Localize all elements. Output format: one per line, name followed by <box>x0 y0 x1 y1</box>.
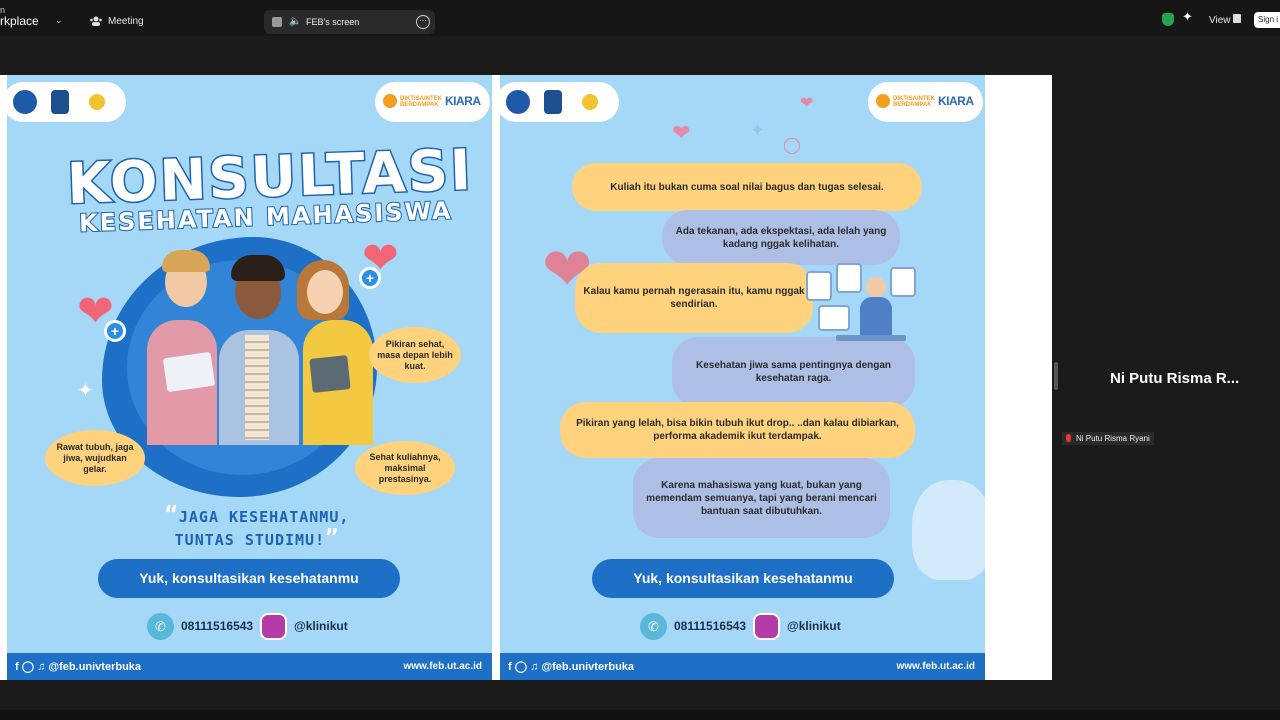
ut-logo <box>51 90 69 114</box>
instagram-handle: @klinikut <box>294 619 348 633</box>
participant-nametag: Ni Putu Risma Ryani <box>1062 432 1154 445</box>
view-grid-icon[interactable] <box>1233 14 1241 23</box>
participant-panel <box>1052 36 1280 680</box>
message-5: Pikiran yang lelah, bisa bikin tubuh iku… <box>560 402 915 458</box>
instagram-handle: @klinikut <box>787 619 841 633</box>
whatsapp-icon: ✆ <box>640 613 667 640</box>
social-handle: f ◯ ♫ @feb.univterbuka <box>508 661 635 673</box>
patient-body <box>860 297 892 337</box>
social-handle: f ◯ ♫ @feb.univterbuka <box>15 661 142 673</box>
message-3: Kalau kamu pernah ngerasain itu, kamu ng… <box>575 263 813 333</box>
medical-plus-icon: + <box>104 320 126 342</box>
poster-footer: f ◯ ♫ @feb.univterbuka www.feb.ut.ac.id <box>500 653 985 680</box>
student-left-hair <box>162 250 210 272</box>
meeting-controls-bar <box>0 710 1280 720</box>
student-middle-hair <box>231 255 285 281</box>
instagram-icon <box>753 613 780 640</box>
shared-screen: DIKTISAINTEK BERDAMPAK KIARA KONSULTASI K… <box>0 75 1052 680</box>
sparkle-icon: ✦ <box>77 380 94 402</box>
institution-logos <box>500 82 619 122</box>
desk <box>836 335 906 341</box>
message-1: Kuliah itu bukan cuma soal nilai bagus d… <box>572 163 922 211</box>
sign-in-button[interactable]: Sign i <box>1254 12 1280 28</box>
cta-banner: Yuk, konsultasikan kesehatanmu <box>98 559 400 598</box>
doctor-screen <box>806 271 832 301</box>
poster-left: DIKTISAINTEK BERDAMPAK KIARA KONSULTASI K… <box>7 75 492 680</box>
program-logos: DIKTISAINTEK BERDAMPAK KIARA <box>868 82 983 122</box>
kemdikbud-logo <box>506 90 530 114</box>
social-icons: f ◯ ♫ <box>15 661 49 673</box>
ai-companion-icon[interactable]: ✦ <box>1182 10 1193 23</box>
telehealth-illustration <box>806 263 916 349</box>
diktisaintek-logo <box>383 94 397 108</box>
bubble-sehat: Sehat kuliahnya, maksimal prestasinya. <box>355 441 455 495</box>
kiara-logo: KIARA <box>938 94 974 108</box>
whatsapp-contact: ✆ 08111516543 <box>147 613 267 640</box>
whatsapp-contact: ✆ 08111516543 <box>640 613 760 640</box>
student-middle-shirt <box>245 335 269 440</box>
panel-resize-handle[interactable] <box>1054 362 1058 390</box>
instagram-icon <box>260 613 287 640</box>
open-quote-icon: “ <box>164 503 179 528</box>
doctor-screen <box>890 267 916 297</box>
diktisaintek-text: DIKTISAINTEK BERDAMPAK <box>893 96 935 108</box>
bubble-pikiran: Pikiran sehat, masa depan lebih kuat. <box>369 327 461 383</box>
chevron-down-icon[interactable]: ⌄ <box>55 14 63 26</box>
view-button[interactable]: View <box>1209 15 1231 27</box>
heartbeat-icon: ❤ <box>672 120 691 145</box>
poster-right: DIKTISAINTEKBERDAMPAK KIARA ❤ ❤ ◯ ✦ ❤ + … <box>500 75 985 680</box>
user-avatar-icon <box>272 17 282 27</box>
cta-banner: Yuk, konsultasikan kesehatanmu <box>592 559 894 598</box>
message-6: Karena mahasiswa yang kuat, bukan yang m… <box>633 458 890 538</box>
website-url: www.feb.ut.ac.id <box>896 661 975 672</box>
message-2: Ada tekanan, ada ekspektasi, ada lelah y… <box>662 210 900 265</box>
kemdikbud-logo <box>13 90 37 114</box>
muted-mic-icon <box>1066 434 1071 442</box>
sparkle-icon: ✦ <box>750 120 766 140</box>
kiara-logo: KIARA <box>445 94 481 108</box>
diktisaintek-text: DIKTISAINTEK BERDAMPAK <box>400 96 442 108</box>
screen-share-tab[interactable]: 🔈 FEB's screen ⋯ <box>264 10 435 34</box>
phone-number: 08111516543 <box>181 619 254 633</box>
meeting-toolbar: n rkplace ⌄ Meeting 🔈 FEB's screen ⋯ ✦ V… <box>0 0 1280 36</box>
heart-icon: ❤ <box>800 95 814 112</box>
tagline-quote: “JAGA KESEHATANMU, TUNTAS STUDIMU!” <box>164 503 350 551</box>
screen-share-label: FEB's screen <box>306 17 360 27</box>
student-right-face <box>307 270 343 314</box>
partner-logo <box>89 94 105 110</box>
instagram-contact: @klinikut <box>260 613 360 640</box>
doctor-screen <box>836 263 862 293</box>
program-logos: DIKTISAINTEK BERDAMPAK KIARA <box>375 82 490 122</box>
partner-logo <box>582 94 598 110</box>
meeting-menu[interactable]: Meeting <box>108 16 144 28</box>
tablet-illustration <box>309 355 351 393</box>
whatsapp-icon: ✆ <box>147 613 174 640</box>
ut-logo <box>544 90 562 114</box>
phone-number: 08111516543 <box>674 619 747 633</box>
bubble-rawat: Rawat tubuh, jaga jiwa, wujudkan gelar. <box>45 430 145 486</box>
institution-logos <box>7 82 126 122</box>
more-options-icon[interactable]: ⋯ <box>416 15 430 29</box>
laptop-illustration <box>162 351 216 393</box>
social-icons: f ◯ ♫ <box>508 661 542 673</box>
security-shield-icon[interactable] <box>1162 13 1174 26</box>
app-name: n rkplace <box>0 5 39 28</box>
speaker-icon[interactable]: 🔈 <box>289 16 301 27</box>
close-quote-icon: ” <box>325 526 340 551</box>
poster-footer: f ◯ ♫ @feb.univterbuka www.feb.ut.ac.id <box>7 653 492 680</box>
laptop-screen <box>818 305 850 331</box>
participant-title[interactable]: Ni Putu Risma R... <box>1110 370 1239 387</box>
medical-plus-icon: + <box>359 267 381 289</box>
website-url: www.feb.ut.ac.id <box>403 661 482 672</box>
health-cloud-icon <box>912 480 985 580</box>
people-icon[interactable] <box>90 16 102 26</box>
instagram-contact: @klinikut <box>753 613 853 640</box>
patient-face <box>866 277 886 297</box>
ring-icon: ◯ <box>783 137 801 154</box>
diktisaintek-logo <box>876 94 890 108</box>
